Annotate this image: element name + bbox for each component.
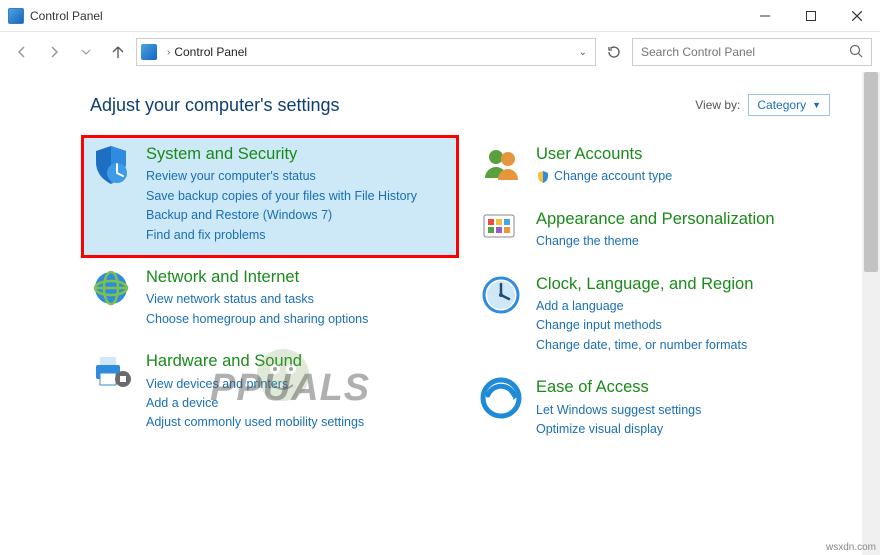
back-button[interactable]	[8, 38, 36, 66]
category-appearance-personalization[interactable]: Appearance and Personalization Change th…	[480, 209, 840, 252]
category-sub[interactable]: Optimize visual display	[536, 420, 840, 439]
minimize-button[interactable]	[742, 0, 788, 32]
category-sub[interactable]: Change the theme	[536, 232, 840, 251]
page-heading: Adjust your computer's settings	[90, 95, 340, 116]
category-title[interactable]: Network and Internet	[146, 267, 450, 288]
category-title[interactable]: User Accounts	[536, 144, 840, 165]
recent-dropdown[interactable]	[72, 38, 100, 66]
titlebar: Control Panel	[0, 0, 880, 32]
scrollbar[interactable]	[862, 72, 880, 555]
category-sub[interactable]: Find and fix problems	[146, 226, 450, 245]
globe-icon	[90, 267, 132, 309]
category-sub[interactable]: Add a device	[146, 394, 450, 413]
category-hardware-sound[interactable]: Hardware and Sound View devices and prin…	[90, 351, 450, 433]
address-bar[interactable]: › Control Panel ⌄	[136, 38, 596, 66]
refresh-button[interactable]	[600, 38, 628, 66]
category-title[interactable]: Ease of Access	[536, 377, 840, 398]
category-sub[interactable]: Backup and Restore (Windows 7)	[146, 206, 450, 225]
window-title: Control Panel	[30, 9, 103, 23]
category-title[interactable]: Appearance and Personalization	[536, 209, 840, 230]
uac-shield-icon	[536, 170, 550, 184]
shield-icon	[90, 144, 132, 186]
category-sub[interactable]: View network status and tasks	[146, 290, 450, 309]
category-sub[interactable]: Change input methods	[536, 316, 840, 335]
category-system-security[interactable]: System and Security Review your computer…	[84, 138, 456, 255]
nav-row: › Control Panel ⌄	[0, 32, 880, 72]
viewby-select[interactable]: Category ▼	[748, 94, 830, 116]
ease-of-access-icon	[480, 377, 522, 419]
site-credit: wsxdn.com	[826, 542, 876, 553]
category-user-accounts[interactable]: User Accounts Change account type	[480, 144, 840, 187]
maximize-button[interactable]	[788, 0, 834, 32]
address-icon	[141, 44, 157, 60]
category-title[interactable]: Hardware and Sound	[146, 351, 450, 372]
scrollbar-thumb[interactable]	[864, 72, 878, 272]
printer-icon	[90, 351, 132, 393]
control-panel-icon	[8, 8, 24, 24]
forward-button[interactable]	[40, 38, 68, 66]
close-button[interactable]	[834, 0, 880, 32]
category-sub[interactable]: View devices and printers	[146, 375, 450, 394]
category-sub[interactable]: Adjust commonly used mobility settings	[146, 413, 450, 432]
category-sub[interactable]: Let Windows suggest settings	[536, 401, 840, 420]
search-box[interactable]	[632, 38, 872, 66]
category-ease-of-access[interactable]: Ease of Access Let Windows suggest setti…	[480, 377, 840, 439]
address-text: Control Panel	[174, 45, 247, 59]
category-sub[interactable]: Add a language	[536, 297, 840, 316]
viewby-label: View by:	[695, 98, 740, 112]
category-title[interactable]: System and Security	[146, 144, 450, 165]
view-by: View by: Category ▼	[695, 94, 830, 116]
users-icon	[480, 144, 522, 186]
viewby-value: Category	[757, 98, 806, 112]
category-sub[interactable]: Change account type	[536, 167, 840, 186]
content-area: Adjust your computer's settings View by:…	[0, 72, 880, 555]
category-sub[interactable]: Choose homegroup and sharing options	[146, 310, 450, 329]
search-icon[interactable]	[849, 44, 863, 61]
clock-icon	[480, 274, 522, 316]
search-input[interactable]	[641, 45, 849, 59]
category-network-internet[interactable]: Network and Internet View network status…	[90, 267, 450, 329]
address-dropdown-icon[interactable]: ⌄	[575, 47, 591, 58]
chevron-right-icon: ›	[167, 47, 170, 58]
category-sub[interactable]: Review your computer's status	[146, 167, 450, 186]
caret-down-icon: ▼	[812, 100, 821, 110]
category-clock-language-region[interactable]: Clock, Language, and Region Add a langua…	[480, 274, 840, 356]
category-sub[interactable]: Change date, time, or number formats	[536, 336, 840, 355]
category-title[interactable]: Clock, Language, and Region	[536, 274, 840, 295]
up-button[interactable]	[104, 38, 132, 66]
category-sub[interactable]: Save backup copies of your files with Fi…	[146, 187, 450, 206]
appearance-icon	[480, 209, 522, 251]
